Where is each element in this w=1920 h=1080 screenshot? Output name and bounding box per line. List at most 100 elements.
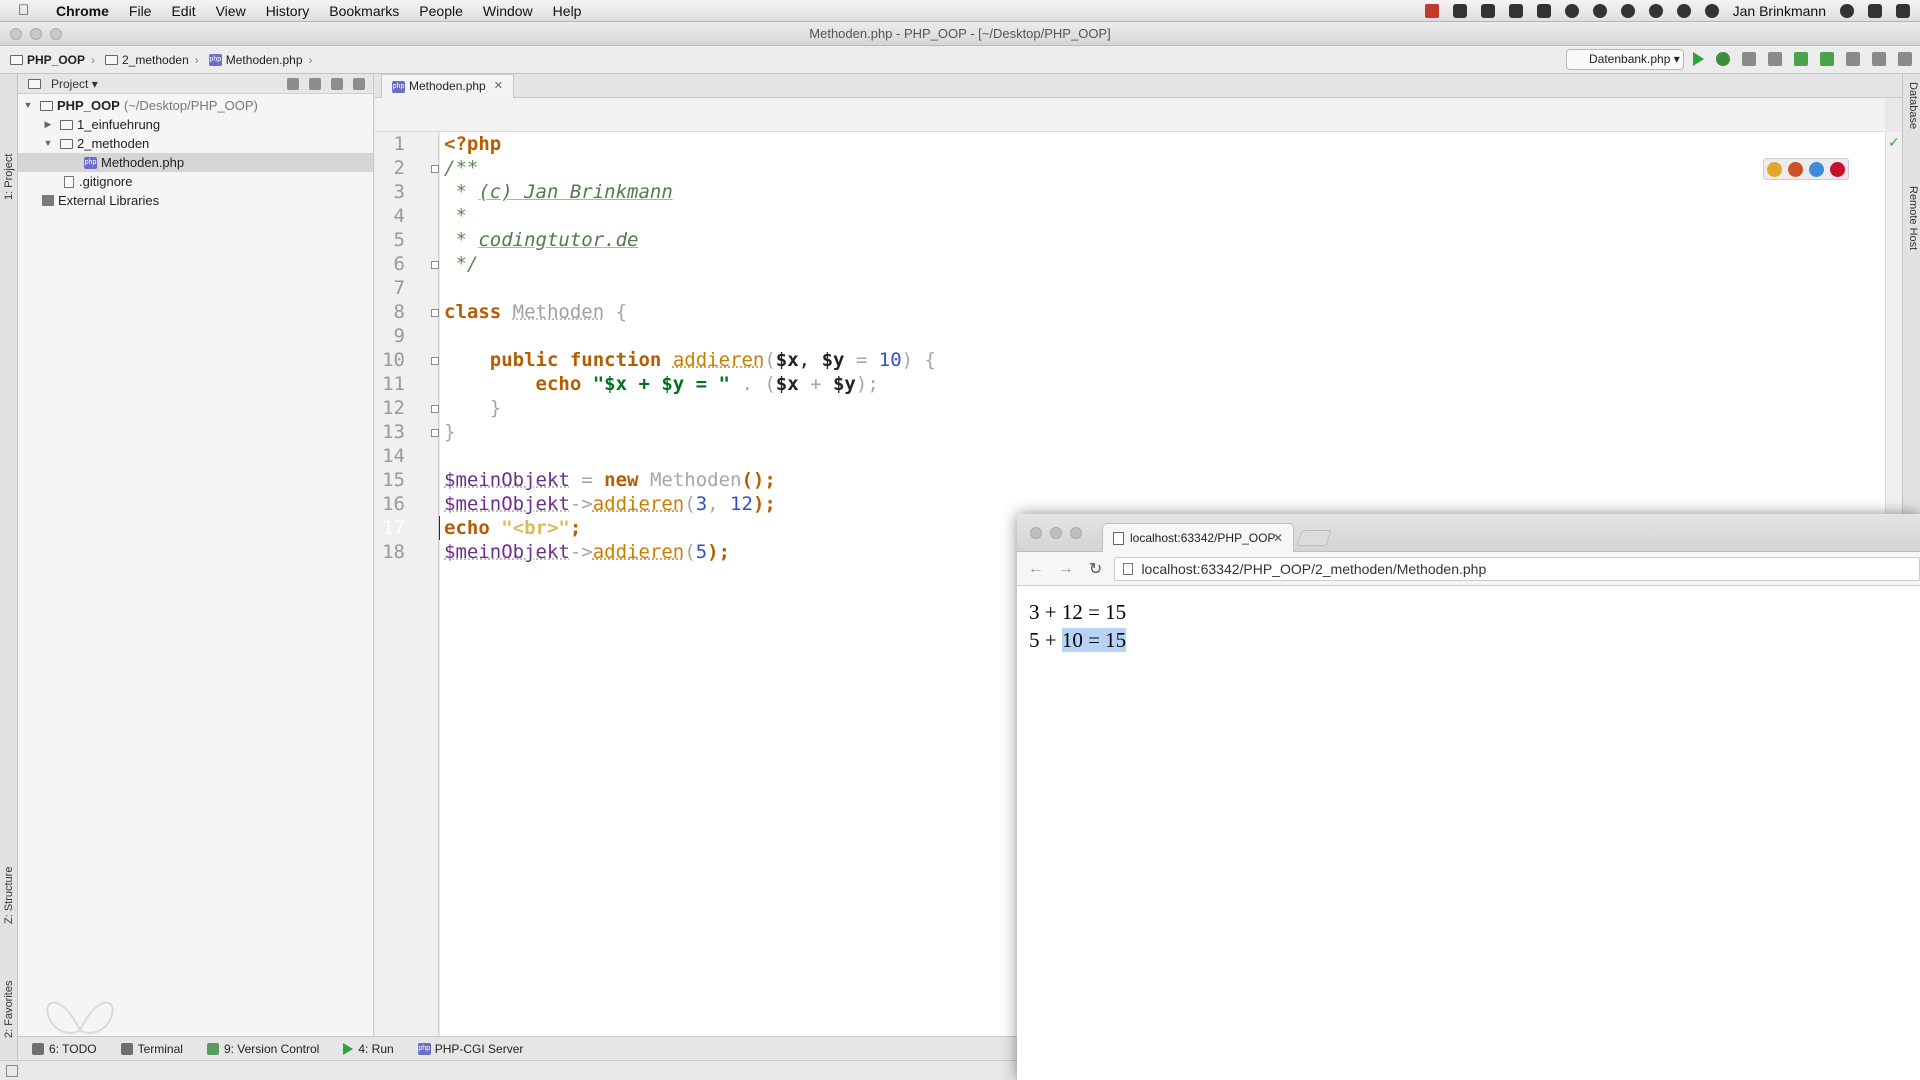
siri-icon[interactable] [1868, 4, 1882, 18]
breadcrumb-file[interactable]: php Methoden.php › [208, 53, 313, 67]
line-number: 7 [393, 277, 405, 299]
page-info-icon[interactable] [1123, 562, 1134, 575]
tree-item-1-einfuehrung[interactable]: ▶ 1_einfuehrung [18, 115, 373, 134]
close-window-button[interactable] [10, 28, 22, 40]
project-view-select[interactable]: Project ▾ [51, 77, 135, 91]
tree-item-external-libraries[interactable]: External Libraries [18, 191, 373, 210]
user-name[interactable]: Jan Brinkmann [1733, 3, 1826, 19]
spotlight-icon[interactable] [1840, 4, 1854, 18]
google-drive-icon[interactable] [1508, 4, 1523, 18]
breadcrumb-folder[interactable]: 2_methoden › [105, 53, 199, 67]
minimize-window-button[interactable] [30, 28, 42, 40]
chrome-icon[interactable] [1767, 161, 1782, 177]
tool-todo[interactable]: 6: TODO [32, 1042, 97, 1056]
line-number: 1 [393, 133, 405, 155]
tool-terminal[interactable]: Terminal [120, 1042, 183, 1056]
butterfly-logo-watermark [46, 1001, 114, 1034]
expand-arrow-icon[interactable]: ▼ [22, 96, 34, 115]
todo-icon [32, 1042, 44, 1055]
dropdown-arrow-icon: ▾ [1673, 52, 1680, 66]
fold-marker-icon[interactable] [431, 261, 439, 269]
hide-panel-icon[interactable] [353, 77, 365, 90]
tab-project[interactable]: 1: Project [0, 140, 18, 220]
browser-minimize-button[interactable] [1050, 527, 1062, 539]
collapse-all-icon[interactable] [309, 77, 321, 90]
notification-center-icon[interactable] [1896, 4, 1910, 18]
back-arrow-icon[interactable]: ← [1025, 560, 1047, 578]
settings-gear-icon[interactable] [331, 77, 343, 90]
menu-people[interactable]: People [419, 3, 463, 19]
profile-icon[interactable] [1768, 52, 1782, 66]
close-tab-icon[interactable]: ✕ [494, 75, 503, 98]
debug-icon[interactable] [1716, 52, 1730, 66]
menu-window[interactable]: Window [483, 3, 533, 19]
code-token: addieren [672, 349, 765, 371]
fold-marker-icon[interactable] [431, 357, 439, 365]
menu-bookmarks[interactable]: Bookmarks [329, 3, 399, 19]
menu-edit[interactable]: Edit [171, 3, 195, 19]
dropbox-icon[interactable] [1452, 4, 1467, 18]
window-controls [10, 28, 62, 40]
fold-marker-icon[interactable] [431, 429, 439, 437]
revert-icon[interactable] [1872, 52, 1886, 66]
tool-run[interactable]: 4: Run [343, 1042, 394, 1056]
address-bar[interactable]: localhost:63342/PHP_OOP/2_methoden/Metho… [1114, 556, 1920, 581]
forward-arrow-icon[interactable]: → [1055, 560, 1077, 578]
tree-item-methoden-php[interactable]: php Methoden.php [18, 153, 373, 172]
scroll-from-source-icon[interactable] [287, 77, 299, 90]
time-machine-icon[interactable] [1704, 4, 1719, 18]
opera-icon[interactable] [1830, 161, 1845, 177]
browser-close-button[interactable] [1030, 527, 1042, 539]
code-token: Methoden [512, 301, 605, 323]
safari-icon[interactable] [1809, 161, 1824, 177]
search-icon[interactable] [1898, 52, 1912, 66]
creative-cloud-icon[interactable] [1620, 4, 1635, 18]
tab-favorites[interactable]: 2: Favorites [0, 954, 18, 1044]
tree-item-gitignore[interactable]: .gitignore [18, 172, 373, 191]
vcs-compare-icon[interactable] [1846, 52, 1860, 66]
menu-file[interactable]: File [129, 3, 152, 19]
fold-marker-icon[interactable] [431, 405, 439, 413]
fold-marker-icon[interactable] [431, 165, 439, 173]
browser-tab[interactable]: localhost:63342/PHP_OOP ✕ [1102, 523, 1294, 552]
bluetooth-icon[interactable] [1676, 4, 1691, 18]
tree-item-2-methoden[interactable]: ▼ 2_methoden [18, 134, 373, 153]
reload-icon[interactable]: ↻ [1085, 559, 1107, 579]
menu-help[interactable]: Help [553, 3, 582, 19]
toggle-tool-windows-icon[interactable] [6, 1065, 18, 1077]
onepassword-icon[interactable] [1592, 4, 1607, 18]
zoom-window-button[interactable] [50, 28, 62, 40]
browser-tab-title: localhost:63342/PHP_OOP [1130, 531, 1276, 545]
tool-version-control[interactable]: 9: Version Control [206, 1042, 319, 1056]
menu-history[interactable]: History [266, 3, 310, 19]
vcs-update-icon[interactable] [1794, 52, 1808, 66]
code-line: echo "$x + $y = " . ($x + $y); [444, 372, 879, 396]
run-icon[interactable] [1693, 52, 1704, 66]
evernote-icon[interactable] [1564, 4, 1579, 18]
tool-php-cgi-server[interactable]: php PHP-CGI Server [417, 1042, 523, 1056]
menu-app-chrome[interactable]: Chrome [56, 3, 109, 19]
toolbar-actions [1693, 52, 1912, 66]
tree-item-project-root[interactable]: ▼ PHP_OOP (~/Desktop/PHP_OOP) [18, 96, 373, 115]
tray-app-icon[interactable] [1424, 4, 1439, 18]
tray-book-icon[interactable] [1536, 4, 1551, 18]
tab-structure[interactable]: Z: Structure [0, 844, 18, 934]
close-tab-icon[interactable]: ✕ [1273, 531, 1283, 545]
apple-menu-icon[interactable]:  [18, 2, 40, 19]
run-configuration-select[interactable]: Datenbank.php ▾ [1566, 49, 1684, 70]
vcs-commit-icon[interactable] [1820, 52, 1834, 66]
browser-zoom-button[interactable] [1070, 527, 1082, 539]
expand-arrow-icon[interactable]: ▼ [42, 134, 54, 153]
new-tab-button[interactable] [1296, 530, 1332, 546]
firefox-icon[interactable] [1788, 161, 1803, 177]
breadcrumb-project[interactable]: PHP_OOP › [10, 53, 95, 67]
tray-plus-icon[interactable] [1480, 4, 1495, 18]
volume-icon[interactable] [1648, 4, 1663, 18]
folder-icon [10, 54, 23, 65]
menu-view[interactable]: View [216, 3, 246, 19]
breadcrumb-label: 2_methoden [122, 52, 189, 67]
fold-marker-icon[interactable] [431, 309, 439, 317]
coverage-icon[interactable] [1742, 52, 1756, 66]
collapse-arrow-icon[interactable]: ▶ [42, 115, 54, 134]
tab-methoden-php[interactable]: php Methoden.php ✕ [381, 74, 514, 98]
